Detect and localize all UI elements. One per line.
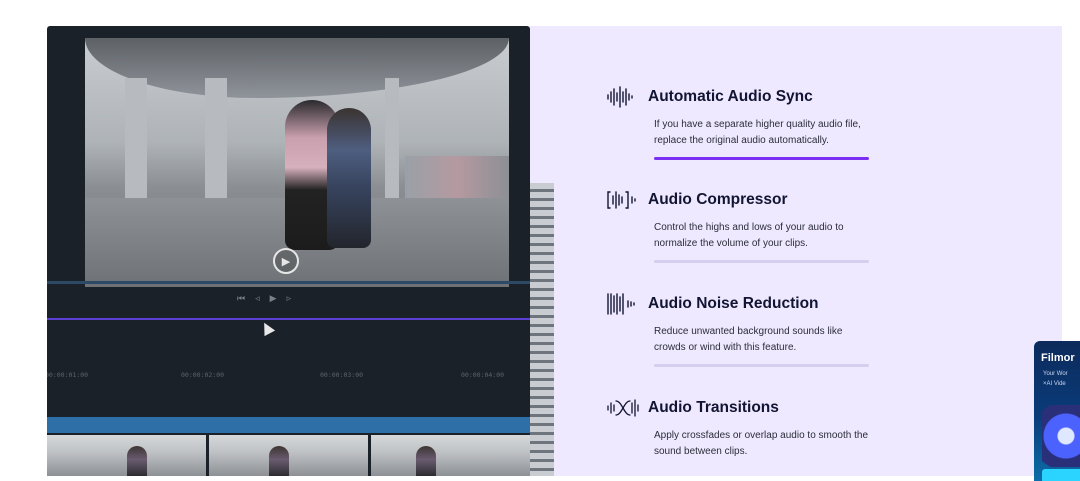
audio-track-bar[interactable] [47, 417, 530, 433]
ad-tagline: ×AI Vide [1043, 381, 1066, 387]
audio-transition-icon [606, 397, 642, 419]
feature-audio-compressor[interactable]: Audio Compressor Control the highs and l… [606, 189, 876, 263]
playback-controls: ⏮ ◃ ▶ ▹ [237, 293, 291, 305]
feature-title: Audio Noise Reduction [648, 295, 819, 312]
preview-dancer [327, 108, 371, 248]
clip-thumbnails [47, 435, 530, 476]
preview-pillar [385, 78, 399, 218]
ad-tagline: Your Wor [1043, 371, 1068, 377]
preview-graffiti-wall [405, 156, 509, 198]
video-editor-mockup: ▶ ⏮ ◃ ▶ ▹ 00:00:01:00 00:00:02:00 00:00:… [47, 26, 530, 476]
clip-thumbnail[interactable] [47, 435, 206, 476]
play-icon[interactable]: ▶ [273, 248, 299, 274]
skip-back-icon[interactable]: ⏮ [237, 294, 245, 304]
feature-title: Audio Transitions [648, 399, 779, 416]
feature-title: Automatic Audio Sync [648, 88, 813, 105]
audio-compressor-icon [606, 189, 642, 211]
step-forward-icon[interactable]: ▹ [287, 294, 292, 304]
clip-thumbnail[interactable] [209, 435, 368, 476]
ad-graphic [1042, 405, 1080, 467]
timeline-playhead-line [47, 318, 530, 320]
preview-pillar [125, 78, 147, 218]
feature-description: If you have a separate higher quality au… [654, 119, 861, 146]
ad-cta-button[interactable] [1042, 469, 1080, 481]
feature-description: Apply crossfades or overlap audio to smo… [654, 430, 869, 457]
preview-divider [47, 281, 530, 284]
ad-brand: Filmor [1041, 352, 1075, 364]
preview-pillar [205, 78, 227, 218]
feature-description: Control the highs and lows of your audio… [654, 222, 844, 249]
feature-audio-noise-reduction[interactable]: Audio Noise Reduction Reduce unwanted ba… [606, 293, 876, 367]
feature-title: Audio Compressor [648, 191, 788, 208]
timecode-label: 00:00:01:00 [47, 371, 89, 379]
noise-reduction-icon [606, 293, 642, 315]
preview-bridge-shape [85, 38, 509, 98]
clip-thumbnail[interactable] [371, 435, 530, 476]
video-preview [85, 38, 509, 287]
feature-progress-bar [654, 260, 869, 263]
timecode-label: 00:00:04:00 [461, 371, 505, 379]
step-back-icon[interactable]: ◃ [255, 294, 260, 304]
feature-progress-bar [654, 364, 869, 367]
feature-audio-transitions[interactable]: Audio Transitions Apply crossfades or ov… [606, 397, 876, 460]
feature-description: Reduce unwanted background sounds like c… [654, 326, 843, 353]
timecode-label: 00:00:03:00 [320, 371, 364, 379]
filmora-ad-card[interactable]: Filmor Your Wor ×AI Vide [1034, 341, 1080, 481]
background-building-photo [530, 183, 554, 476]
waveform-sync-icon [606, 86, 642, 108]
timecode-label: 00:00:02:00 [181, 371, 225, 379]
mouse-cursor-icon [258, 319, 276, 337]
feature-progress-bar [654, 157, 869, 160]
timeline-ruler: 00:00:01:00 00:00:02:00 00:00:03:00 00:0… [47, 371, 530, 383]
play-small-icon[interactable]: ▶ [270, 294, 277, 304]
feature-automatic-audio-sync[interactable]: Automatic Audio Sync If you have a separ… [606, 86, 876, 160]
